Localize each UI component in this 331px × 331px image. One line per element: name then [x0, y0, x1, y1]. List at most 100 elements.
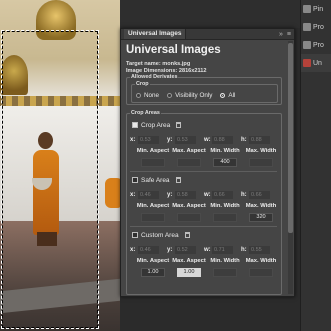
image-monk-head [38, 132, 53, 149]
area-divider [130, 226, 277, 227]
min-aspect-label: Min. Aspect [136, 148, 170, 154]
y-label: y: [167, 137, 173, 143]
radio-label: All [228, 92, 236, 99]
crop-option-all[interactable]: All [220, 92, 235, 99]
w-field[interactable]: 0.66 [212, 191, 233, 199]
x-label: x: [130, 247, 136, 253]
crop-option-visibility-only[interactable]: Visibility Only [167, 92, 212, 99]
safe-area-name: Safe Area [141, 176, 170, 184]
crop-area-constraint-labels: Min. Aspect Max. Aspect Min. Width Max. … [135, 148, 279, 154]
safe-area-checkbox[interactable] [132, 177, 138, 183]
crop-option-none[interactable]: None [136, 92, 159, 99]
max-width-label: Max. Width [245, 203, 277, 209]
image-second-monk [105, 178, 120, 208]
dock-item-label: Pro [313, 41, 324, 49]
w-field[interactable]: 0.88 [212, 136, 233, 144]
h-field[interactable]: 0.88 [249, 136, 270, 144]
y-field[interactable]: 0.53 [175, 136, 196, 144]
radio-none[interactable] [136, 93, 141, 98]
trash-icon[interactable] [175, 177, 181, 183]
max-width-input[interactable] [249, 268, 273, 277]
custom-area-constraint-labels: Min. Aspect Max. Aspect Min. Width Max. … [135, 258, 279, 264]
crop-group: Crop None Visibility Only All [131, 81, 278, 103]
dock-item-label: Un [313, 59, 322, 67]
tab-universal-images[interactable]: Universal Images [124, 29, 187, 39]
custom-area-constraint-inputs: 1.00 1.00 [135, 268, 279, 277]
min-width-input[interactable] [213, 268, 237, 277]
image-monk-legs [37, 232, 57, 246]
dock-item-universal-images[interactable]: Un [301, 54, 331, 72]
area-divider [130, 171, 277, 172]
safe-area-constraint-labels: Min. Aspect Max. Aspect Min. Width Max. … [135, 203, 279, 209]
custom-area-coords: x: 0.46 y: 0.52 w: 0.71 h: 0.55 [130, 245, 278, 255]
h-label: h: [241, 247, 247, 253]
image-monk [33, 150, 59, 235]
min-width-input[interactable]: 400 [213, 158, 237, 167]
crop-legend: Crop [135, 81, 150, 87]
radio-label: None [144, 92, 160, 99]
max-aspect-label: Max. Aspect [172, 203, 206, 209]
crop-area-checkbox[interactable] [132, 122, 138, 128]
radio-all[interactable] [220, 93, 226, 98]
dock-item-properties-2[interactable]: Pro [301, 36, 331, 54]
crop-areas-group: Crop Areas Crop Area x: 0.53 y: 0.53 w: 0.8… [126, 110, 282, 295]
max-width-label: Max. Width [245, 148, 277, 154]
x-field[interactable]: 0.53 [138, 136, 159, 144]
w-label: w: [204, 137, 211, 143]
y-field[interactable]: 0.52 [175, 246, 196, 254]
panel-menu-icon[interactable]: ≡ [287, 31, 291, 38]
canvas-image [0, 0, 120, 331]
h-label: h: [241, 192, 247, 198]
panel-scrollbar[interactable] [288, 41, 293, 294]
radio-visibility-only[interactable] [167, 93, 173, 98]
pin-icon [303, 5, 311, 13]
h-field[interactable]: 0.66 [249, 191, 270, 199]
min-aspect-input[interactable]: 1.00 [141, 268, 165, 277]
dock-item-label: Pro [313, 23, 324, 31]
max-width-input[interactable]: 320 [249, 213, 273, 222]
x-label: x: [130, 192, 136, 198]
w-label: w: [204, 247, 211, 253]
workspace-background [120, 0, 300, 28]
max-aspect-input[interactable]: 1.00 [177, 268, 201, 277]
universal-images-icon [303, 59, 311, 67]
max-aspect-label: Max. Aspect [172, 258, 206, 264]
crop-area-constraint-inputs: 400 [135, 158, 279, 167]
custom-area-header: Custom Area [132, 230, 190, 240]
y-label: y: [167, 192, 173, 198]
min-width-label: Min. Width [210, 203, 240, 209]
right-panel-dock: Pin Pro Pro Un [300, 0, 331, 331]
y-field[interactable]: 0.58 [175, 191, 196, 199]
min-width-label: Min. Width [210, 258, 240, 264]
min-aspect-input[interactable] [141, 158, 165, 167]
trash-icon[interactable] [176, 122, 182, 128]
dock-item-pin[interactable]: Pin [301, 0, 331, 18]
collapse-panel-icon[interactable]: » [279, 31, 283, 38]
x-field[interactable]: 0.46 [138, 191, 159, 199]
min-aspect-input[interactable] [141, 213, 165, 222]
w-field[interactable]: 0.71 [212, 246, 233, 254]
min-width-input[interactable] [213, 213, 237, 222]
properties-icon [303, 23, 311, 31]
image-wall-trim [0, 96, 120, 106]
x-field[interactable]: 0.46 [138, 246, 159, 254]
custom-area-checkbox[interactable] [132, 232, 138, 238]
max-aspect-label: Max. Aspect [172, 148, 206, 154]
w-label: w: [204, 192, 211, 198]
panel-tab-bar: Universal Images » ≡ [121, 29, 294, 40]
max-width-label: Max. Width [245, 258, 277, 264]
crop-area-header: Crop Area [132, 120, 182, 130]
max-aspect-input[interactable] [177, 158, 201, 167]
custom-area-name: Custom Area [141, 231, 179, 239]
panel-title: Universal Images [126, 44, 221, 56]
h-field[interactable]: 0.55 [249, 246, 270, 254]
max-width-input[interactable] [249, 158, 273, 167]
scrollbar-thumb[interactable] [288, 43, 293, 233]
image-ground [0, 221, 120, 331]
max-aspect-input[interactable] [177, 213, 201, 222]
panel-body: Universal Images Target name: monks.jpg … [121, 40, 286, 296]
crop-areas-legend: Crop Areas [130, 110, 161, 116]
dock-item-properties[interactable]: Pro [301, 18, 331, 36]
trash-icon[interactable] [184, 232, 190, 238]
safe-area-header: Safe Area [132, 175, 181, 185]
